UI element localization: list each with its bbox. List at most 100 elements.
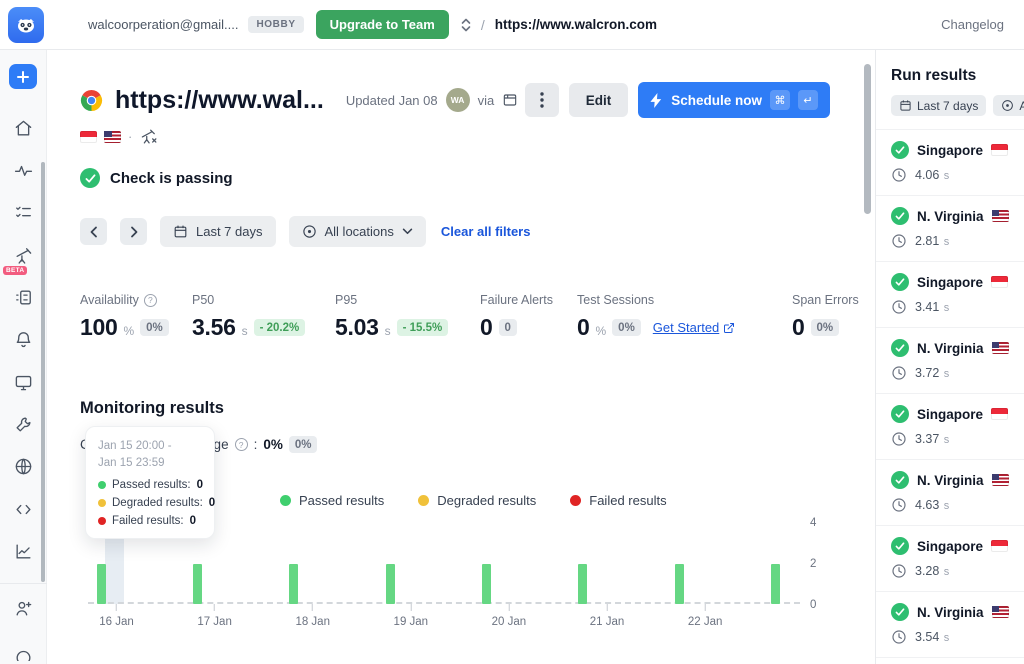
sidebar-scrollbar[interactable] bbox=[41, 162, 45, 582]
prev-period-button[interactable] bbox=[80, 218, 107, 245]
schedule-now-button[interactable]: Schedule now ⌘ ↵ bbox=[638, 82, 830, 118]
schedule-now-label: Schedule now bbox=[671, 93, 762, 108]
info-icon[interactable]: ? bbox=[235, 438, 248, 451]
legend-item-degraded[interactable]: Degraded results bbox=[418, 493, 536, 508]
legend-label: Passed results bbox=[299, 493, 384, 508]
sidebar-item-home[interactable] bbox=[9, 115, 37, 140]
avatar: WA bbox=[446, 88, 470, 112]
chart-bar[interactable] bbox=[578, 564, 587, 604]
sidebar-item-alerts[interactable] bbox=[9, 327, 37, 352]
sidebar-item-traces[interactable]: BETA bbox=[9, 242, 37, 267]
run-item[interactable]: Singapore 3.37 s bbox=[876, 393, 1024, 459]
metric-unit: s bbox=[242, 324, 248, 338]
sidebar-item-private-locations[interactable] bbox=[9, 454, 37, 479]
chart-bar[interactable] bbox=[386, 564, 395, 604]
main-scrollbar[interactable] bbox=[864, 64, 871, 214]
sidebar-item-test-sessions[interactable] bbox=[9, 285, 37, 310]
tooltip-label: Degraded results: bbox=[112, 497, 203, 509]
run-item[interactable]: Singapore 3.41 s bbox=[876, 261, 1024, 327]
run-item[interactable]: N. Virginia 4.63 s bbox=[876, 459, 1024, 525]
account-icon bbox=[14, 642, 33, 661]
x-tick: 17 Jan bbox=[197, 604, 232, 628]
legend-item-failed[interactable]: Failed results bbox=[570, 493, 666, 508]
clock-icon bbox=[891, 167, 907, 183]
get-started-link[interactable]: Get Started bbox=[653, 320, 735, 335]
singapore-flag-icon bbox=[80, 131, 97, 143]
tooltip-value: 0 bbox=[197, 479, 203, 491]
monitor-icon bbox=[14, 373, 33, 392]
sidebar-item-status-pages[interactable] bbox=[9, 370, 37, 395]
legend-item-passed[interactable]: Passed results bbox=[280, 493, 384, 508]
run-status-passed-icon bbox=[891, 405, 909, 423]
run-status-passed-icon bbox=[891, 339, 909, 357]
run-flag-icon bbox=[992, 474, 1009, 486]
date-range-filter[interactable]: Last 7 days bbox=[160, 216, 276, 247]
run-duration-unit: s bbox=[944, 302, 950, 314]
topbar: walcoorperation@gmail.... HOBBY Upgrade … bbox=[0, 0, 1024, 50]
chart-bar[interactable] bbox=[289, 564, 298, 604]
metric-span-errors: Span Errors 00% bbox=[792, 293, 869, 341]
muted-telescope-icon bbox=[139, 127, 160, 146]
info-icon[interactable]: ? bbox=[144, 294, 157, 307]
run-item[interactable]: N. Virginia 3.54 s bbox=[876, 591, 1024, 657]
clear-filters-link[interactable]: Clear all filters bbox=[441, 224, 531, 239]
run-item[interactable]: N. Virginia 3.72 s bbox=[876, 327, 1024, 393]
filters-row: Last 7 days All locations Clear all filt… bbox=[80, 216, 830, 247]
more-options-button[interactable] bbox=[525, 83, 559, 117]
external-link-icon bbox=[723, 322, 735, 334]
run-duration: 3.54 bbox=[915, 630, 939, 644]
run-item[interactable]: Singapore 4.06 s bbox=[876, 129, 1024, 195]
chart-bar[interactable] bbox=[771, 564, 780, 604]
panel-location-badge[interactable]: All bbox=[993, 95, 1024, 116]
sidebar-item-maintenance[interactable] bbox=[9, 412, 37, 437]
upgrade-team-button[interactable]: Upgrade to Team bbox=[316, 10, 449, 39]
run-status-passed-icon bbox=[891, 141, 909, 159]
run-status-passed-icon bbox=[891, 207, 909, 225]
metric-badge: 0% bbox=[811, 319, 840, 336]
chart-bar[interactable] bbox=[193, 564, 202, 604]
chart-bar[interactable] bbox=[482, 564, 491, 604]
sidebar-item-account[interactable] bbox=[9, 639, 37, 664]
account-email[interactable]: walcoorperation@gmail.... bbox=[88, 17, 238, 32]
run-item[interactable]: N. Virginia 2.81 s bbox=[876, 195, 1024, 261]
y-tick-label: 0 bbox=[810, 599, 830, 611]
sidebar-item-dashboards[interactable] bbox=[9, 539, 37, 564]
project-switcher-icon[interactable] bbox=[459, 17, 473, 33]
metric-value: 5.03 bbox=[335, 314, 379, 341]
metric-label: Availability bbox=[80, 293, 139, 307]
sidebar-item-invite-user[interactable] bbox=[9, 596, 37, 621]
chevron-down-icon bbox=[402, 228, 413, 235]
clock-icon bbox=[891, 431, 907, 447]
x-tick: 22 Jan bbox=[688, 604, 723, 628]
breadcrumb-url[interactable]: https://www.walcron.com bbox=[495, 17, 657, 32]
raccoon-icon bbox=[14, 13, 38, 37]
telescope-icon bbox=[14, 246, 33, 265]
calendar-icon bbox=[173, 224, 188, 239]
sidebar-item-checks[interactable] bbox=[9, 200, 37, 225]
create-new-button[interactable] bbox=[9, 64, 37, 89]
chart-bar[interactable] bbox=[675, 564, 684, 604]
metric-label: Test Sessions bbox=[577, 293, 654, 307]
checkly-logo[interactable] bbox=[8, 7, 44, 43]
run-duration-unit: s bbox=[944, 566, 950, 578]
metric-badge: 0 bbox=[499, 319, 517, 336]
chart-bar[interactable] bbox=[97, 564, 106, 604]
run-item[interactable]: Singapore 3.28 s bbox=[876, 525, 1024, 591]
edit-button[interactable]: Edit bbox=[569, 83, 629, 117]
run-duration-unit: s bbox=[944, 170, 950, 182]
run-flag-icon bbox=[992, 210, 1009, 222]
sidebar-item-cli[interactable] bbox=[9, 497, 37, 522]
x-tick: 21 Jan bbox=[590, 604, 625, 628]
next-period-button[interactable] bbox=[120, 218, 147, 245]
user-plus-icon bbox=[14, 599, 33, 618]
run-duration: 2.81 bbox=[915, 234, 939, 248]
run-item[interactable]: Singapore 3.52 s bbox=[876, 657, 1024, 664]
metrics-row: Availability? 100%0% P50 3.56s- 20.2% P9… bbox=[80, 293, 830, 341]
kebab-icon bbox=[540, 92, 544, 108]
sidebar-item-monitoring[interactable] bbox=[9, 158, 37, 183]
degraded-dot-icon bbox=[98, 499, 106, 507]
panel-date-badge[interactable]: Last 7 days bbox=[891, 95, 986, 116]
location-filter[interactable]: All locations bbox=[289, 216, 426, 247]
changelog-link[interactable]: Changelog bbox=[941, 17, 1004, 32]
run-status-passed-icon bbox=[891, 603, 909, 621]
